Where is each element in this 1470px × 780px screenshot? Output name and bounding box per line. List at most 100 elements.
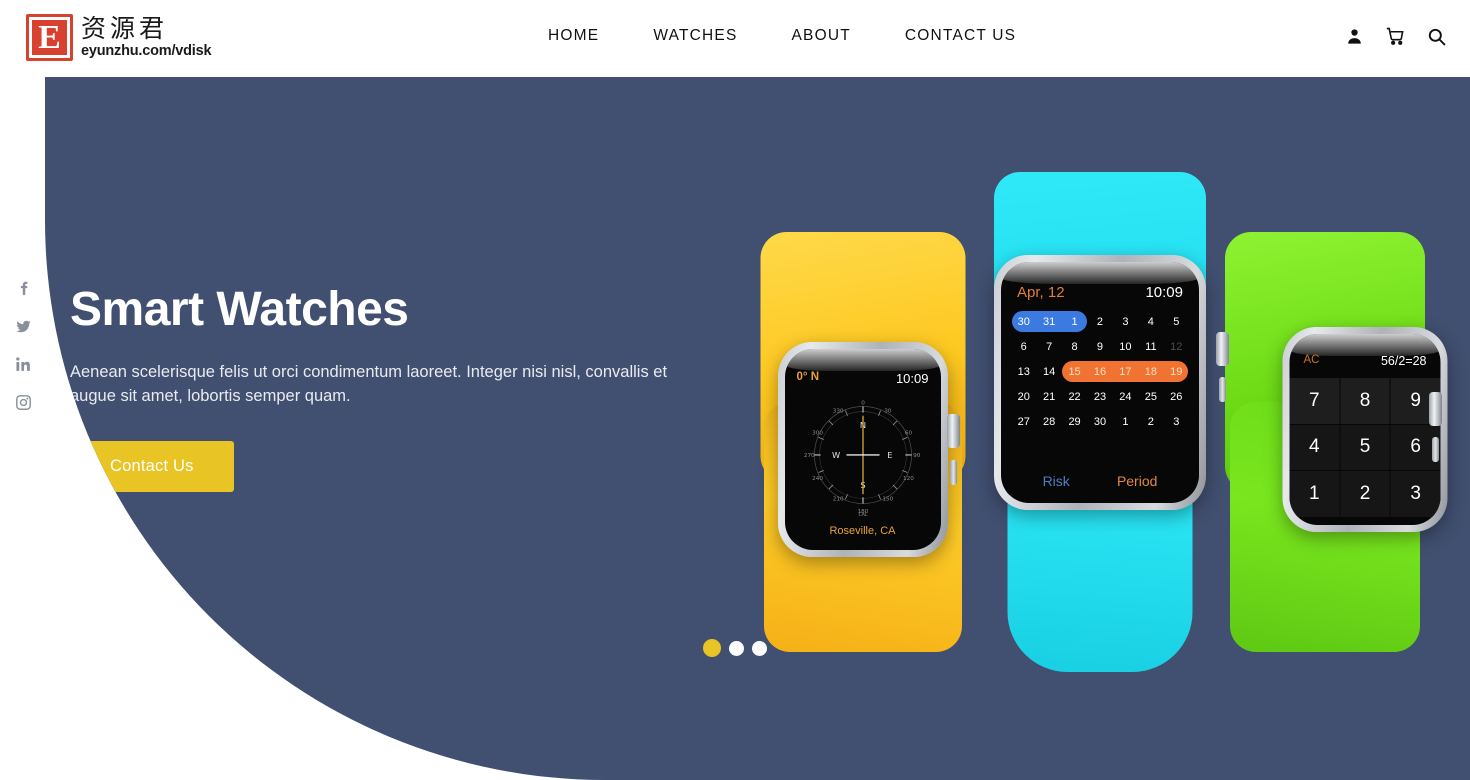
calendar-day[interactable]: 18: [1138, 366, 1163, 378]
user-icon[interactable]: [1345, 27, 1364, 46]
calendar-row: 27 28 29 30 1 2 3: [1011, 409, 1189, 434]
calculator-key[interactable]: 7: [1289, 378, 1340, 424]
calendar-day[interactable]: 2: [1087, 316, 1112, 328]
watch-compass-case: 0° N 10:09 E W 0 30 60 90 120 150 180 21…: [777, 342, 948, 557]
carousel-dot-2[interactable]: [729, 640, 744, 656]
cart-icon[interactable]: [1386, 27, 1405, 46]
calendar-day[interactable]: 31: [1036, 316, 1061, 328]
compass-heading: 0° N: [796, 371, 820, 383]
watch-calendar-case: Apr, 12 10:09 30 31 1 2 3 4 5 6 7 8 9 10…: [994, 255, 1206, 510]
svg-text:240: 240: [812, 475, 823, 481]
logo-url: eyunzhu.com/vdisk: [81, 43, 212, 59]
calendar-day[interactable]: 23: [1087, 391, 1112, 403]
calendar-day[interactable]: 2: [1138, 416, 1163, 428]
facebook-icon[interactable]: [15, 280, 32, 297]
calendar-day[interactable]: 10: [1113, 341, 1138, 353]
compass-rose-icon: N E S W 0 30 60 90 120 150: [803, 400, 921, 517]
calendar-day[interactable]: 30: [1011, 316, 1036, 328]
calendar-day[interactable]: 26: [1164, 391, 1189, 403]
instagram-icon[interactable]: [15, 394, 32, 411]
nav-item-about[interactable]: ABOUT: [765, 27, 878, 45]
linkedin-icon[interactable]: [15, 356, 32, 373]
calendar-day[interactable]: 28: [1036, 416, 1061, 428]
calendar-day[interactable]: 13: [1011, 366, 1036, 378]
svg-text:W: W: [832, 450, 840, 460]
calculator-key[interactable]: 1: [1289, 471, 1340, 517]
svg-text:210: 210: [832, 496, 843, 502]
calendar-day[interactable]: 20: [1011, 391, 1036, 403]
watch-compass-screen: 0° N 10:09 E W 0 30 60 90 120 150 180 21…: [784, 349, 941, 550]
calendar-day[interactable]: 11: [1138, 341, 1163, 353]
hero-title: Smart Watches: [70, 283, 409, 336]
calendar-day[interactable]: 14: [1036, 366, 1061, 378]
carousel-dots: [0, 639, 1470, 657]
calendar-day[interactable]: 24: [1113, 391, 1138, 403]
calendar-row: 6 7 8 9 10 11 12: [1011, 334, 1189, 359]
calendar-day[interactable]: 8: [1062, 341, 1087, 353]
calculator-key[interactable]: 5: [1340, 424, 1390, 471]
svg-text:300: 300: [812, 430, 823, 436]
calendar-day[interactable]: 22: [1062, 391, 1087, 403]
logo-chinese-name: 资源君: [81, 14, 169, 43]
carousel-dot-1[interactable]: [703, 639, 721, 657]
svg-text:CAL: CAL: [858, 511, 867, 516]
calendar-day[interactable]: 17: [1113, 366, 1138, 378]
calendar-row: 20 21 22 23 24 25 26: [1011, 384, 1189, 409]
calendar-day[interactable]: 6: [1011, 341, 1036, 353]
hero-copy: Smart Watches Aenean scelerisque felis u…: [70, 282, 740, 492]
watch-calculator-case: AC 56/2=28 7 8 9 4 5 6 1 2 3: [1282, 327, 1448, 532]
logo-text: 资源君 eyunzhu.com/vdisk: [81, 14, 212, 60]
calculator-key[interactable]: 2: [1340, 471, 1390, 517]
svg-text:120: 120: [903, 475, 914, 481]
calendar-day[interactable]: 19: [1164, 366, 1189, 378]
calendar-day[interactable]: 29: [1062, 416, 1087, 428]
nav-item-home[interactable]: HOME: [548, 27, 626, 45]
calendar-day[interactable]: 1: [1113, 416, 1138, 428]
calendar-row: 30 31 1 2 3 4 5: [1011, 309, 1189, 334]
calendar-period-button[interactable]: Period: [1117, 473, 1157, 489]
calendar-risk-button[interactable]: Risk: [1043, 473, 1070, 489]
contact-us-button[interactable]: Contact Us: [70, 441, 234, 492]
svg-text:150: 150: [882, 496, 893, 502]
calendar-day[interactable]: 3: [1113, 316, 1138, 328]
calendar-day[interactable]: 16: [1087, 366, 1112, 378]
calendar-grid: 30 31 1 2 3 4 5 6 7 8 9 10 11 12 13 14 1…: [1011, 309, 1189, 434]
calendar-day[interactable]: 12: [1164, 341, 1189, 353]
calendar-day[interactable]: 15: [1062, 366, 1087, 378]
logo-mark-letter: E: [38, 18, 61, 56]
calculator-key[interactable]: 3: [1390, 471, 1441, 517]
site-logo[interactable]: E 资源君 eyunzhu.com/vdisk: [26, 14, 212, 61]
calendar-day[interactable]: 21: [1036, 391, 1061, 403]
calendar-day[interactable]: 7: [1036, 341, 1061, 353]
search-icon[interactable]: [1427, 27, 1446, 46]
svg-text:30: 30: [884, 408, 892, 414]
header-icon-group: [1345, 27, 1446, 46]
calculator-clear-button[interactable]: AC: [1304, 354, 1320, 368]
calculator-keypad: 7 8 9 4 5 6 1 2 3: [1289, 378, 1441, 517]
calendar-day[interactable]: 25: [1138, 391, 1163, 403]
calendar-day[interactable]: 27: [1011, 416, 1036, 428]
calculator-expression: 56/2=28: [1380, 354, 1427, 368]
watch-compass-crown: [947, 414, 960, 448]
calculator-key[interactable]: 4: [1289, 424, 1340, 471]
nav-item-watches[interactable]: WATCHES: [626, 27, 764, 45]
watch-calendar-crown: [1216, 332, 1229, 366]
calendar-day[interactable]: 1: [1062, 316, 1087, 328]
compass-time: 10:09: [895, 371, 929, 386]
watch-group-image: 0° N 10:09 E W 0 30 60 90 120 150 180 21…: [735, 172, 1470, 692]
calendar-day[interactable]: 9: [1087, 341, 1112, 353]
calendar-day[interactable]: 30: [1087, 416, 1112, 428]
compass-location: Roseville, CA: [829, 525, 896, 537]
twitter-icon[interactable]: [15, 318, 32, 335]
carousel-dot-3[interactable]: [752, 640, 767, 656]
calculator-key[interactable]: 8: [1340, 378, 1390, 424]
nav-item-contact-us[interactable]: CONTACT US: [878, 27, 1043, 45]
calendar-row: 13 14 15 16 17 18 19: [1011, 359, 1189, 384]
calendar-day[interactable]: 4: [1138, 316, 1163, 328]
calendar-day[interactable]: 5: [1164, 316, 1189, 328]
watch-calendar: Apr, 12 10:09 30 31 1 2 3 4 5 6 7 8 9 10…: [975, 172, 1229, 672]
svg-text:90: 90: [913, 453, 921, 459]
site-header: E 资源君 eyunzhu.com/vdisk HOME WATCHES ABO…: [0, 0, 1470, 77]
watch-calendar-screen: Apr, 12 10:09 30 31 1 2 3 4 5 6 7 8 9 10…: [1001, 262, 1199, 503]
calendar-day[interactable]: 3: [1164, 416, 1189, 428]
